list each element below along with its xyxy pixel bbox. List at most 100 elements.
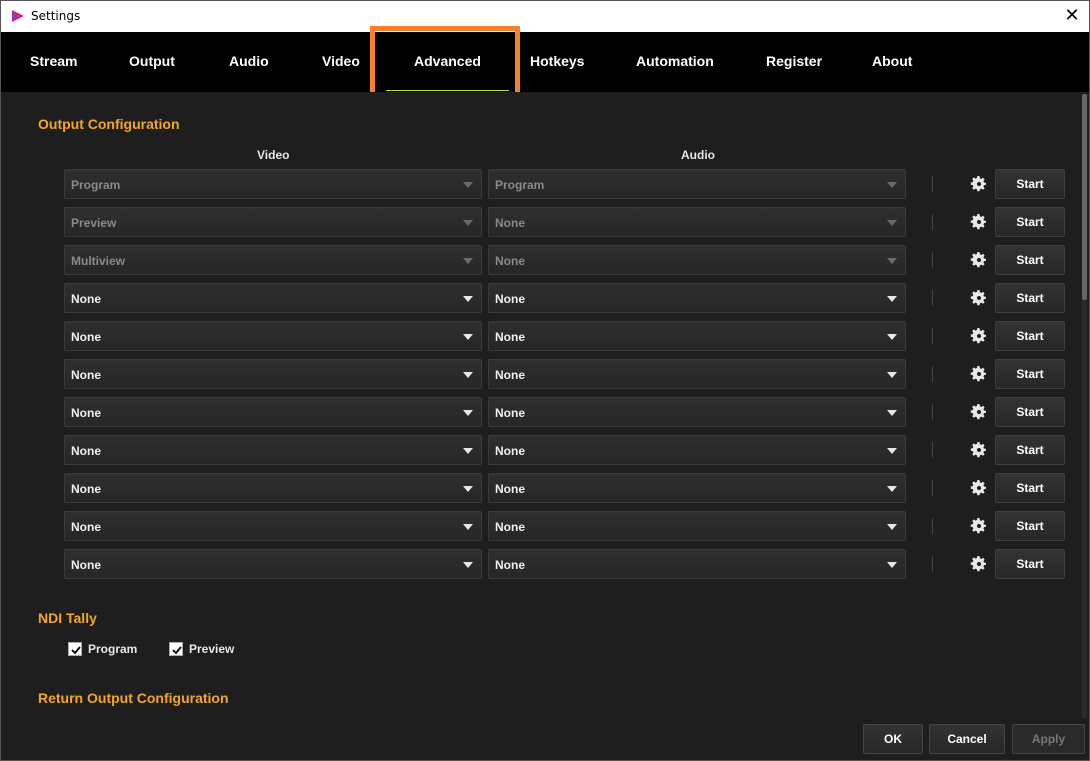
start-button[interactable]: Start [995,549,1065,579]
gear-icon[interactable] [969,250,989,270]
chevron-down-icon [463,182,473,188]
video-source-select[interactable]: None [64,435,482,465]
gear-icon[interactable] [969,174,989,194]
start-button[interactable]: Start [995,321,1065,351]
start-button[interactable]: Start [995,207,1065,237]
audio-source-select[interactable]: None [488,397,906,427]
output-row: None None Start [1,397,1089,427]
audio-source-value: None [495,292,525,306]
output-row: Multiview None Start [1,245,1089,275]
divider [932,480,933,496]
chevron-down-icon [887,220,897,226]
start-button[interactable]: Start [995,169,1065,199]
audio-source-value: None [495,520,525,534]
video-source-value: None [71,368,101,382]
tab-output[interactable]: Output [129,32,175,92]
video-source-select[interactable]: None [64,321,482,351]
start-button[interactable]: Start [995,359,1065,389]
video-source-select[interactable]: Program [64,169,482,199]
tab-hotkeys[interactable]: Hotkeys [530,32,584,92]
video-source-select[interactable]: None [64,283,482,313]
video-source-select[interactable]: None [64,359,482,389]
chevron-down-icon [463,334,473,340]
scrollbar-thumb[interactable] [1082,94,1087,300]
chevron-down-icon [463,296,473,302]
checkmark-icon [172,646,182,655]
gear-icon[interactable] [969,440,989,460]
divider [932,290,933,306]
output-row: Preview None Start [1,207,1089,237]
apply-button[interactable]: Apply [1012,724,1085,754]
video-source-value: None [71,444,101,458]
close-icon[interactable]: ✕ [1061,5,1083,27]
audio-source-select[interactable]: None [488,435,906,465]
audio-source-select[interactable]: None [488,511,906,541]
video-source-select[interactable]: None [64,549,482,579]
gear-icon[interactable] [969,364,989,384]
ndi-tally-program-label: Program [88,642,138,656]
start-button[interactable]: Start [995,397,1065,427]
video-source-select[interactable]: Multiview [64,245,482,275]
output-configuration-title: Output Configuration [38,116,180,132]
audio-source-select[interactable]: None [488,321,906,351]
gear-icon[interactable] [969,288,989,308]
audio-source-select[interactable]: None [488,283,906,313]
return-output-configuration-title: Return Output Configuration [38,690,229,706]
checkbox-box [68,642,82,656]
vertical-scrollbar[interactable] [1082,94,1087,718]
tab-audio[interactable]: Audio [229,32,269,92]
gear-icon[interactable] [969,516,989,536]
chevron-down-icon [887,448,897,454]
gear-icon[interactable] [969,478,989,498]
audio-source-select[interactable]: None [488,473,906,503]
video-source-select[interactable]: None [64,397,482,427]
start-button[interactable]: Start [995,473,1065,503]
output-row: None None Start [1,359,1089,389]
chevron-down-icon [463,562,473,568]
divider [932,214,933,230]
gear-icon[interactable] [969,402,989,422]
gear-icon[interactable] [969,326,989,346]
start-button[interactable]: Start [995,245,1065,275]
video-source-select[interactable]: None [64,473,482,503]
start-button[interactable]: Start [995,283,1065,313]
chevron-down-icon [887,562,897,568]
audio-source-select[interactable]: None [488,549,906,579]
tab-automation[interactable]: Automation [636,32,714,92]
divider [932,366,933,382]
chevron-down-icon [463,486,473,492]
settings-window: Settings ✕ Stream Output Audio Video Adv… [0,0,1090,761]
chevron-down-icon [887,372,897,378]
audio-source-select[interactable]: None [488,359,906,389]
tab-register[interactable]: Register [766,32,822,92]
ok-button[interactable]: OK [863,724,923,754]
start-button[interactable]: Start [995,435,1065,465]
tab-video[interactable]: Video [322,32,360,92]
video-source-select[interactable]: None [64,511,482,541]
video-source-value: Multiview [71,254,126,268]
output-row: None None Start [1,321,1089,351]
audio-source-select[interactable]: None [488,207,906,237]
cancel-button[interactable]: Cancel [929,724,1005,754]
audio-source-select[interactable]: Program [488,169,906,199]
ndi-tally-title: NDI Tally [38,610,97,626]
audio-source-value: Program [495,178,545,192]
video-source-value: None [71,558,101,572]
video-source-value: None [71,330,101,344]
tab-about[interactable]: About [872,32,912,92]
chevron-down-icon [887,410,897,416]
audio-source-value: None [495,216,525,230]
video-source-value: None [71,292,101,306]
window-title: Settings [31,9,81,23]
tab-stream[interactable]: Stream [30,32,77,92]
start-button[interactable]: Start [995,511,1065,541]
gear-icon[interactable] [969,554,989,574]
chevron-down-icon [463,258,473,264]
audio-source-select[interactable]: None [488,245,906,275]
gear-icon[interactable] [969,212,989,232]
video-source-select[interactable]: Preview [64,207,482,237]
chevron-down-icon [887,258,897,264]
audio-source-value: None [495,254,525,268]
output-row: None None Start [1,283,1089,313]
divider [932,404,933,420]
